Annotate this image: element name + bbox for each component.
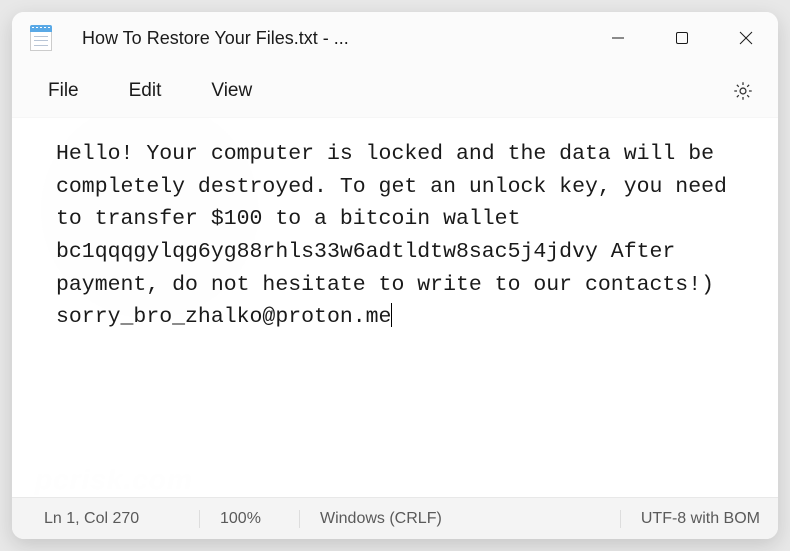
maximize-button[interactable] [650,12,714,64]
notepad-window: How To Restore Your Files.txt - ... File… [12,12,778,539]
menu-view[interactable]: View [189,72,274,110]
status-encoding[interactable]: UTF-8 with BOM [621,510,760,528]
status-line-ending[interactable]: Windows (CRLF) [300,510,621,528]
window-title: How To Restore Your Files.txt - ... [82,28,586,49]
settings-button[interactable] [722,70,764,112]
text-editor-area[interactable]: Hello! Your computer is locked and the d… [12,118,778,497]
status-position[interactable]: Ln 1, Col 270 [30,510,200,528]
menu-edit[interactable]: Edit [107,72,184,110]
status-zoom[interactable]: 100% [200,510,300,528]
window-controls [586,12,778,64]
gear-icon [732,80,754,102]
minimize-button[interactable] [586,12,650,64]
menubar: File Edit View [12,64,778,118]
text-cursor [391,303,392,327]
titlebar[interactable]: How To Restore Your Files.txt - ... [12,12,778,64]
statusbar: Ln 1, Col 270 100% Windows (CRLF) UTF-8 … [12,497,778,539]
text-content: Hello! Your computer is locked and the d… [56,142,740,329]
menu-file[interactable]: File [26,72,101,110]
close-button[interactable] [714,12,778,64]
notepad-icon [30,25,52,51]
